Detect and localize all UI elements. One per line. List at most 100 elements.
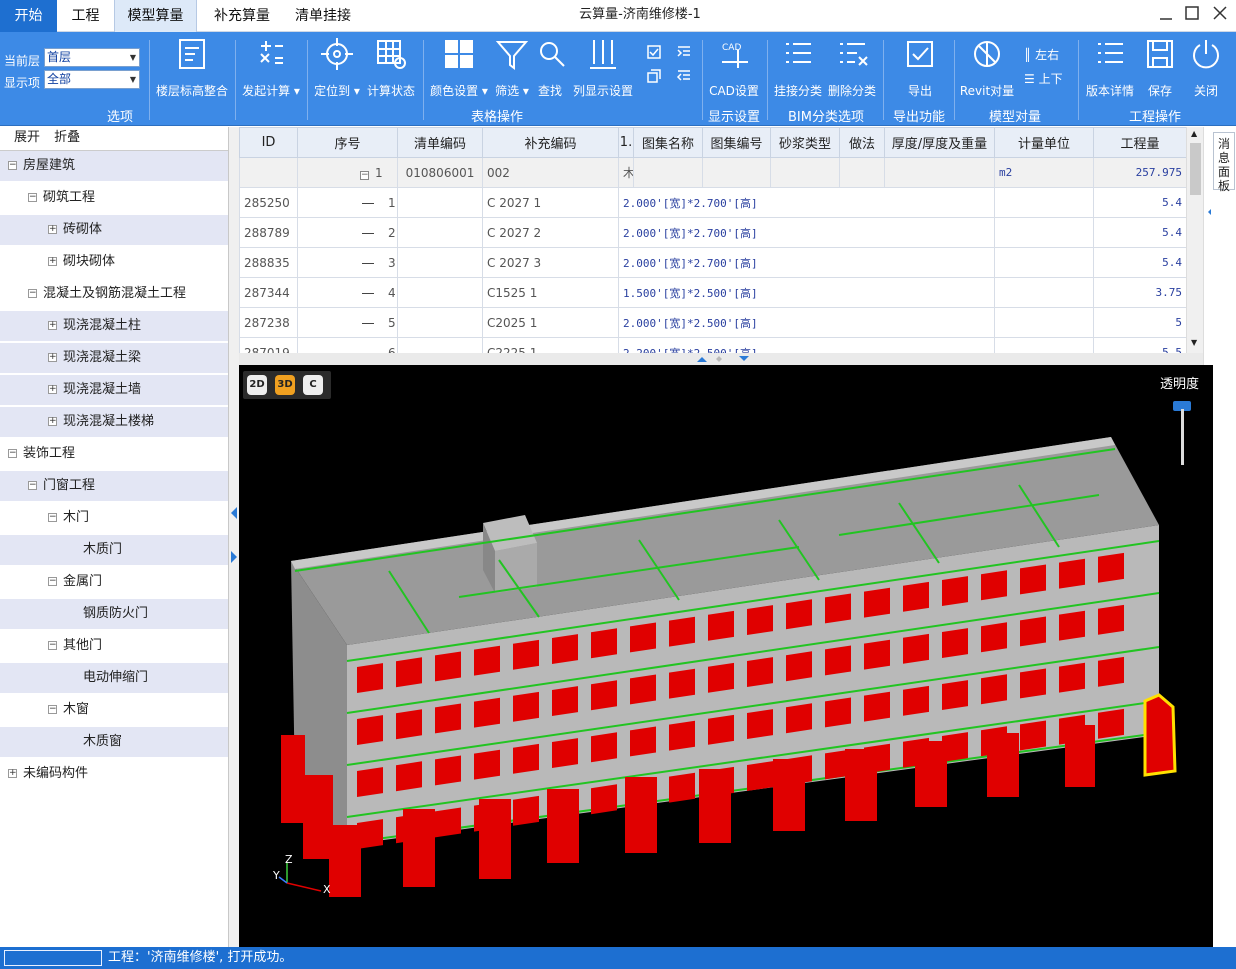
column-header[interactable]: 清单编码 bbox=[397, 127, 483, 158]
tree-node[interactable]: + 现浇混凝土梁 bbox=[0, 343, 228, 375]
tab-start[interactable]: 开始 bbox=[0, 0, 57, 32]
left-right-button[interactable]: ║ 左右 bbox=[1024, 46, 1074, 63]
table-cell[interactable]: C 2027 3 bbox=[482, 247, 619, 278]
table-cell[interactable]: 3.75 bbox=[1093, 277, 1186, 308]
current-floor-select[interactable]: 首层 ▼ bbox=[44, 48, 140, 67]
table-row[interactable]: 288789 2 C 2027 2 2.000'[宽]*2.700'[高] 5.4 bbox=[239, 217, 1186, 248]
table-cell[interactable]: 5 bbox=[297, 307, 398, 338]
tree-node[interactable]: − 门窗工程 bbox=[0, 471, 228, 503]
version-detail-button[interactable]: 版本详情 bbox=[1084, 36, 1136, 99]
table-cell[interactable]: 257.975 bbox=[1093, 157, 1186, 188]
table-cell[interactable]: 4 bbox=[297, 277, 398, 308]
horizontal-splitter[interactable] bbox=[239, 353, 1203, 365]
tree-node[interactable]: 钢质防火门 bbox=[0, 599, 228, 631]
table-cell[interactable] bbox=[994, 337, 1094, 353]
close-button[interactable]: 关闭 bbox=[1184, 36, 1228, 99]
table-cell[interactable]: m2 bbox=[994, 157, 1094, 188]
table-cell[interactable]: 3 bbox=[297, 247, 398, 278]
tree-node[interactable]: + 现浇混凝土楼梯 bbox=[0, 407, 228, 439]
scroll-up-icon[interactable]: ▲ bbox=[1191, 129, 1197, 138]
table-row[interactable]: −1010806001002木 m2257.975 bbox=[239, 157, 1186, 188]
color-settings-button[interactable]: 颜色设置 ▾ bbox=[428, 36, 490, 99]
table-cell[interactable] bbox=[397, 187, 483, 218]
minimize-icon[interactable] bbox=[1154, 2, 1178, 26]
tab-model-quantity[interactable]: 模型算量 bbox=[114, 0, 197, 32]
table-cell[interactable] bbox=[884, 157, 995, 188]
table-cell[interactable]: C 2027 1 bbox=[482, 187, 619, 218]
tab-bill-attach[interactable]: 清单挂接 bbox=[284, 0, 362, 32]
column-header[interactable]: 图集编号 bbox=[702, 127, 771, 158]
column-header[interactable]: 补充编码 bbox=[482, 127, 619, 158]
cad-settings-button[interactable]: CAD CAD设置 bbox=[706, 36, 762, 99]
table-cell[interactable] bbox=[994, 307, 1094, 338]
table-cell[interactable]: 5.4 bbox=[1093, 247, 1186, 278]
view-2d-button[interactable]: 2D bbox=[247, 375, 267, 395]
table-cell[interactable] bbox=[839, 157, 885, 188]
view-c-button[interactable]: C bbox=[303, 375, 323, 395]
delete-class-button[interactable]: 删除分类 bbox=[826, 36, 878, 99]
expand-toggle-icon[interactable]: + bbox=[48, 225, 57, 234]
expand-toggle-icon[interactable]: + bbox=[48, 353, 57, 362]
table-cell[interactable]: 6 bbox=[297, 337, 398, 353]
table-row[interactable]: 287344 4 C1525 1 1.500'[宽]*2.500'[高] 3.75 bbox=[239, 277, 1186, 308]
calc-status-button[interactable]: 计算状态 bbox=[364, 36, 418, 99]
expand-toggle-icon[interactable]: + bbox=[48, 321, 57, 330]
scroll-down-icon[interactable]: ▼ bbox=[1191, 338, 1197, 347]
table-cell[interactable]: 288789 bbox=[239, 217, 298, 248]
table-cell[interactable]: 2.000'[宽]*2.500'[高] bbox=[618, 307, 995, 338]
tree-node[interactable]: − 木门 bbox=[0, 503, 228, 535]
up-down-button[interactable]: ☰ 上下 bbox=[1024, 70, 1074, 87]
table-cell[interactable]: 002 bbox=[482, 157, 619, 188]
table-cell[interactable]: C 2027 2 bbox=[482, 217, 619, 248]
check-small-icon[interactable] bbox=[644, 44, 664, 63]
indent-icon[interactable] bbox=[674, 44, 694, 63]
table-cell[interactable]: C2025 1 bbox=[482, 307, 619, 338]
tree-node[interactable]: 电动伸缩门 bbox=[0, 663, 228, 695]
vertical-splitter[interactable] bbox=[229, 127, 239, 947]
table-cell[interactable] bbox=[239, 157, 298, 188]
table-cell[interactable]: −1 bbox=[297, 157, 398, 188]
column-header[interactable]: 厚度/厚度及重量 bbox=[884, 127, 995, 158]
tree-node[interactable]: + 砖砌体 bbox=[0, 215, 228, 247]
attach-class-button[interactable]: 挂接分类 bbox=[772, 36, 824, 99]
expand-toggle-icon[interactable]: + bbox=[48, 257, 57, 266]
collapse-toggle-icon[interactable]: − bbox=[28, 481, 37, 490]
tree-node[interactable]: + 砌块砌体 bbox=[0, 247, 228, 279]
table-cell[interactable] bbox=[397, 217, 483, 248]
table-cell[interactable]: 1 bbox=[297, 187, 398, 218]
message-panel-tab[interactable]: 消息面板 bbox=[1213, 132, 1235, 193]
copy-small-icon[interactable] bbox=[644, 68, 664, 87]
save-button[interactable]: 保存 bbox=[1140, 36, 1180, 99]
tree-node[interactable]: 木质门 bbox=[0, 535, 228, 567]
table-scrollbar[interactable]: ▲ ▼ bbox=[1186, 127, 1203, 353]
table-row[interactable]: 288835 3 C 2027 3 2.000'[宽]*2.700'[高] 5.4 bbox=[239, 247, 1186, 278]
row-collapse-icon[interactable]: − bbox=[360, 170, 369, 180]
collapse-all-button[interactable]: 折叠 bbox=[54, 130, 80, 145]
tree-node[interactable]: + 现浇混凝土墙 bbox=[0, 375, 228, 407]
tree-node[interactable]: − 砌筑工程 bbox=[0, 183, 228, 215]
collapse-toggle-icon[interactable]: − bbox=[28, 289, 37, 298]
table-cell[interactable]: 2.000'[宽]*2.700'[高] bbox=[618, 247, 995, 278]
collapse-toggle-icon[interactable]: − bbox=[28, 193, 37, 202]
collapse-toggle-icon[interactable]: − bbox=[48, 641, 57, 650]
table-row[interactable]: 287019 6 C2225 1 2.200'[宽]*2.500'[高] 5.5 bbox=[239, 337, 1186, 353]
table-cell[interactable] bbox=[994, 217, 1094, 248]
table-cell[interactable] bbox=[633, 157, 703, 188]
table-cell[interactable] bbox=[397, 247, 483, 278]
expand-toggle-icon[interactable]: + bbox=[8, 769, 17, 778]
view-3d-button[interactable]: 3D bbox=[275, 375, 295, 395]
tree-node[interactable]: − 木窗 bbox=[0, 695, 228, 727]
table-cell[interactable] bbox=[770, 157, 840, 188]
locate-button[interactable]: 定位到 ▾ bbox=[312, 36, 362, 99]
tree-node[interactable]: − 装饰工程 bbox=[0, 439, 228, 471]
table-cell[interactable]: 5.5 bbox=[1093, 337, 1186, 353]
tree-node[interactable]: + 现浇混凝土柱 bbox=[0, 311, 228, 343]
expand-toggle-icon[interactable]: + bbox=[48, 417, 57, 426]
table-cell[interactable]: 1.500'[宽]*2.500'[高] bbox=[618, 277, 995, 308]
building-model[interactable] bbox=[239, 365, 1213, 947]
collapse-toggle-icon[interactable]: − bbox=[48, 577, 57, 586]
table-cell[interactable]: C1525 1 bbox=[482, 277, 619, 308]
expand-all-button[interactable]: 展开 bbox=[14, 130, 40, 145]
table-cell[interactable]: 5.4 bbox=[1093, 217, 1186, 248]
table-cell[interactable] bbox=[397, 307, 483, 338]
